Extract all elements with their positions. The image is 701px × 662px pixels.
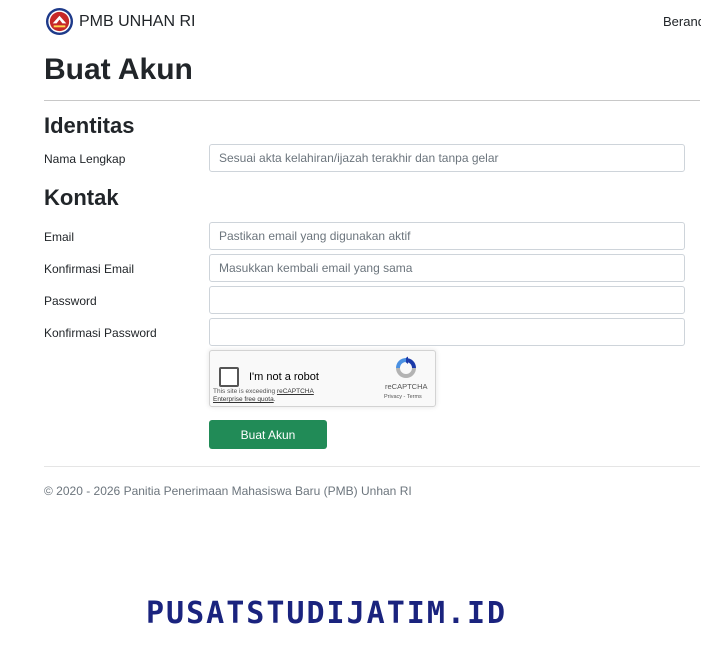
watermark: PUSATSTUDIJATIM.ID [146,596,508,631]
password-label: Password [44,294,97,308]
recaptcha-logo-icon [396,356,416,378]
recaptcha-privacy-terms[interactable]: Privacy - Terms [384,394,422,400]
konfirmasi-email-input[interactable] [209,254,685,282]
page-title: Buat Akun [44,53,193,86]
navbar: PMB UNHAN RI Beranda [0,0,701,44]
brand-name: PMB UNHAN RI [79,12,196,30]
footer-divider [44,466,700,467]
nama-lengkap-input[interactable] [209,144,685,172]
recaptcha-brand: reCAPTCHA [385,382,428,391]
quota-text: This site is exceeding [213,388,277,395]
unhan-emblem-icon [45,7,74,36]
footer-copyright: © 2020 - 2026 Panitia Penerimaan Mahasis… [44,484,412,498]
section-title-kontak: Kontak [44,185,119,210]
konfirmasi-password-input[interactable] [209,318,685,346]
konfirmasi-password-label: Konfirmasi Password [44,326,157,340]
recaptcha-widget: I'm not a robot This site is exceeding r… [209,350,436,407]
section-title-identitas: Identitas [44,113,135,138]
konfirmasi-email-label: Konfirmasi Email [44,262,135,276]
brand-link[interactable]: PMB UNHAN RI [45,7,195,36]
email-input[interactable] [209,222,685,250]
nav-link-beranda[interactable]: Beranda [663,14,701,29]
password-input[interactable] [209,286,685,314]
buat-akun-button[interactable]: Buat Akun [209,420,327,449]
recaptcha-checkbox[interactable] [219,367,239,387]
email-label: Email [44,230,75,244]
nama-lengkap-label: Nama Lengkap [44,152,126,166]
recaptcha-label: I'm not a robot [249,371,319,383]
quota-suffix: . [273,396,276,403]
recaptcha-quota-notice: This site is exceeding reCAPTCHA Enterpr… [213,388,333,404]
title-divider [44,100,700,101]
